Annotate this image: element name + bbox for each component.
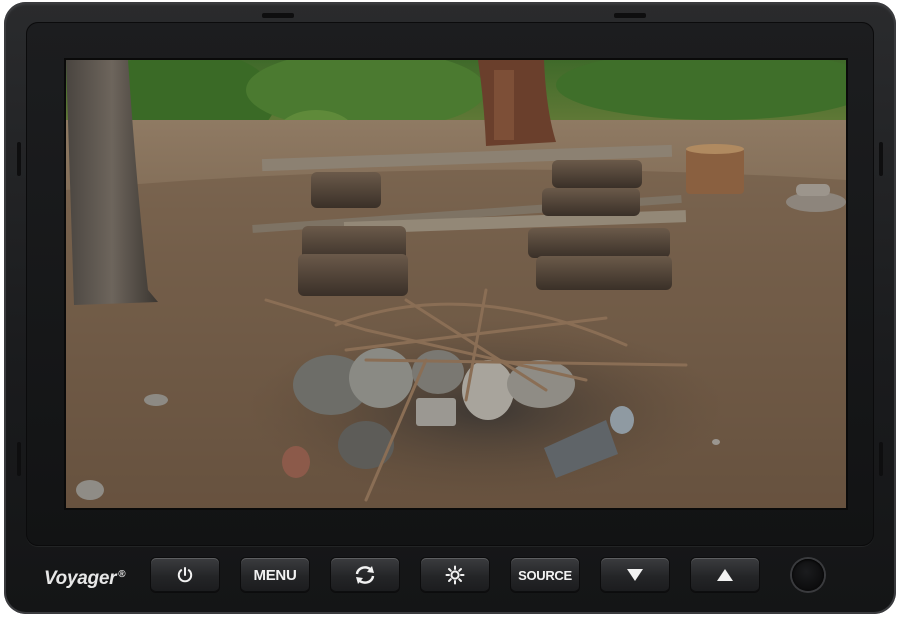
- brand-logo: Voyager ®: [44, 568, 126, 590]
- source-button[interactable]: SOURCE: [511, 558, 579, 592]
- camera-display: [64, 58, 848, 510]
- triangle-down-icon: [627, 569, 643, 581]
- registered-mark: ®: [118, 568, 126, 580]
- top-vent-left: [262, 13, 294, 18]
- rotate-button[interactable]: [331, 558, 399, 592]
- down-button[interactable]: [601, 558, 669, 592]
- power-icon: [177, 567, 193, 583]
- up-button[interactable]: [691, 558, 759, 592]
- ambient-light-sensor: [792, 559, 824, 591]
- side-clip-right-bottom: [879, 442, 883, 476]
- rotate-arrows-icon: [355, 566, 375, 584]
- sun-icon: [445, 565, 465, 585]
- menu-button[interactable]: MENU: [241, 558, 309, 592]
- side-clip-left-top: [17, 142, 21, 176]
- top-vent-right: [614, 13, 646, 18]
- brand-name: Voyager: [44, 568, 117, 589]
- control-panel: Voyager ® MENU SOURCE: [0, 548, 900, 610]
- camera-feed-image: [66, 60, 846, 508]
- side-clip-right-top: [879, 142, 883, 176]
- triangle-up-icon: [717, 569, 733, 581]
- side-clip-left-bottom: [17, 442, 21, 476]
- menu-button-label: MENU: [253, 566, 297, 584]
- source-button-label: SOURCE: [518, 567, 572, 583]
- brightness-button[interactable]: [421, 558, 489, 592]
- power-button[interactable]: [151, 558, 219, 592]
